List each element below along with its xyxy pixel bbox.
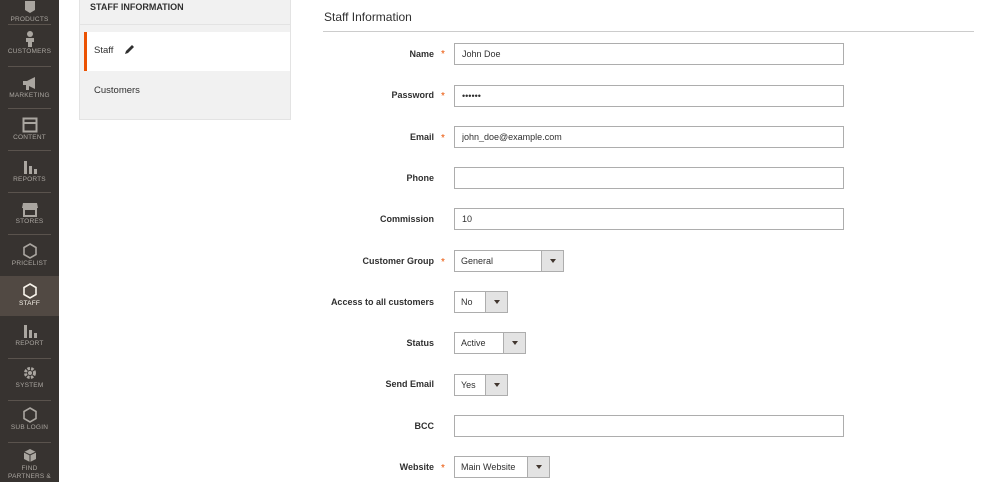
website-value: Main Website [461, 462, 516, 472]
nav-label: MARKETING [9, 92, 50, 99]
nav-divider [8, 192, 51, 193]
tabs-divider [80, 24, 290, 25]
nav-item-products[interactable]: PRODUCTS [0, 0, 59, 23]
layout-icon [22, 117, 37, 133]
bcc-label: BCC [414, 421, 435, 431]
send-email-value: Yes [461, 380, 476, 390]
tab-customers[interactable]: Customers [84, 72, 290, 110]
required-marker: * [441, 133, 445, 144]
required-marker: * [441, 463, 445, 474]
customer-group-value: General [461, 256, 494, 266]
nav-item-stores[interactable]: STORES [0, 200, 59, 234]
staff-tabs-panel: STAFF INFORMATION Staff Customers [79, 0, 291, 120]
bar-chart-icon [23, 161, 37, 174]
status-value: Active [461, 338, 486, 348]
tab-staff[interactable]: Staff [84, 32, 290, 71]
nav-divider [8, 24, 51, 25]
nav-item-content[interactable]: CONTENT [0, 116, 59, 150]
nav-item-pricelist[interactable]: PRICELIST [0, 242, 59, 274]
megaphone-icon [22, 77, 35, 90]
nav-divider [8, 442, 51, 443]
password-label: Password [391, 90, 434, 100]
status-select[interactable]: Active [454, 332, 526, 354]
status-label: Status [406, 338, 434, 348]
send-email-select[interactable]: Yes [454, 374, 508, 396]
send-email-label: Send Email [385, 379, 434, 389]
commission-label: Commission [379, 214, 434, 224]
chevron-down-icon [485, 292, 507, 312]
chevron-down-icon [541, 251, 563, 271]
customer-group-label: Customer Group [362, 256, 434, 266]
nav-divider [8, 150, 51, 151]
access-all-customers-label: Access to all customers [330, 297, 434, 307]
nav-item-customers[interactable]: CUSTOMERS [0, 30, 59, 64]
commission-input[interactable] [454, 208, 844, 230]
email-label: Email [409, 132, 434, 142]
access-all-customers-value: No [461, 297, 473, 307]
nav-divider [8, 400, 51, 401]
customer-group-select[interactable]: General [454, 250, 564, 272]
nav-label: REPORT [15, 340, 44, 347]
nav-divider [8, 66, 51, 67]
storefront-icon [21, 203, 38, 217]
nav-item-find-partners[interactable]: FIND PARTNERS & [0, 447, 59, 482]
gear-icon [23, 367, 36, 379]
chevron-down-icon [527, 457, 549, 477]
nav-label: REPORTS [13, 176, 46, 183]
nav-item-marketing[interactable]: MARKETING [0, 74, 59, 108]
admin-sidebar: PRODUCTS CUSTOMERS MARKETING CONTENT REP… [0, 0, 59, 482]
required-marker: * [441, 49, 445, 60]
nav-label: SYSTEM [15, 382, 44, 389]
website-select[interactable]: Main Website [454, 456, 550, 478]
cube-icon [24, 1, 35, 13]
name-input[interactable] [454, 43, 844, 65]
nav-divider [8, 234, 51, 235]
nav-item-staff[interactable]: STAFF [0, 276, 59, 316]
nav-item-report[interactable]: REPORT [0, 322, 59, 356]
bar-chart-icon [23, 325, 37, 338]
nav-item-sub-login[interactable]: SUB LOGIN [0, 406, 59, 440]
nav-label: PRODUCTS [10, 16, 49, 23]
hexagon-icon [22, 407, 37, 423]
required-marker: * [441, 257, 445, 268]
required-marker: * [441, 91, 445, 102]
section-title: Staff Information [324, 10, 412, 24]
nav-label: FIND PARTNERS & [8, 465, 51, 480]
hexagon-icon [22, 243, 37, 259]
chevron-down-icon [485, 375, 507, 395]
boxes-icon [23, 449, 36, 462]
chevron-down-icon [503, 333, 525, 353]
tab-customers-label: Customers [94, 85, 140, 96]
nav-item-reports[interactable]: REPORTS [0, 158, 59, 192]
nav-label: PRICELIST [11, 260, 48, 267]
phone-label: Phone [406, 173, 434, 183]
nav-divider [8, 108, 51, 109]
name-label: Name [409, 49, 434, 59]
nav-label: CONTENT [13, 134, 46, 141]
nav-divider [8, 358, 51, 359]
nav-label: STORES [15, 218, 44, 225]
nav-item-system[interactable]: SYSTEM [0, 364, 59, 398]
tabs-title: STAFF INFORMATION [90, 2, 184, 12]
pencil-icon [125, 45, 134, 54]
hexagon-icon [22, 283, 37, 299]
tab-staff-label: Staff [94, 45, 114, 56]
section-divider [323, 31, 974, 32]
nav-label: CUSTOMERS [7, 48, 52, 55]
password-input[interactable] [454, 85, 844, 107]
email-input[interactable] [454, 126, 844, 148]
nav-label: SUB LOGIN [10, 424, 49, 431]
nav-label: STAFF [18, 300, 41, 307]
phone-input[interactable] [454, 167, 844, 189]
website-label: Website [399, 462, 434, 472]
person-icon [25, 31, 34, 47]
bcc-input[interactable] [454, 415, 844, 437]
access-all-customers-select[interactable]: No [454, 291, 508, 313]
